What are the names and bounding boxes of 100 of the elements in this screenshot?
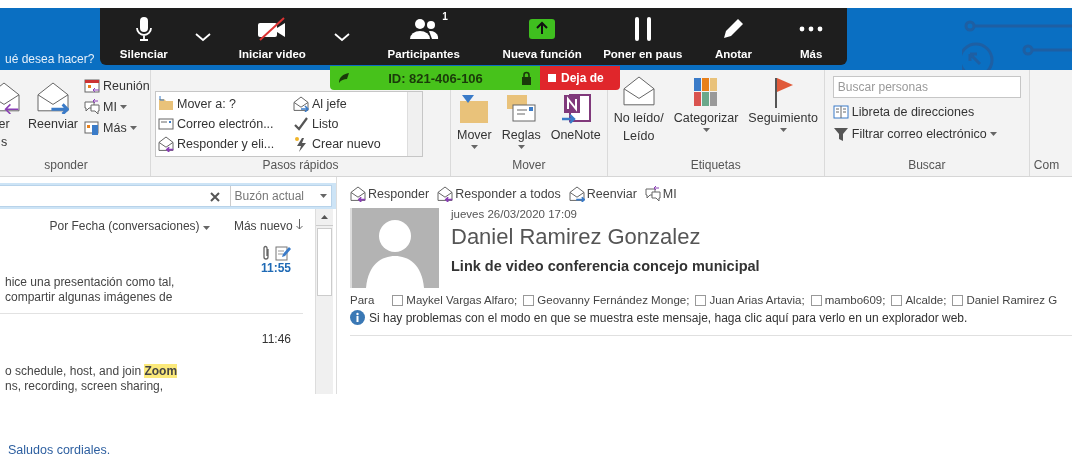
envelope-rules-icon <box>505 93 538 125</box>
scrollbar[interactable] <box>315 209 333 394</box>
envelope-forward-icon <box>37 82 69 114</box>
envelope-icon <box>158 116 174 132</box>
toolbar-button[interactable]: Nueva función <box>490 8 594 65</box>
pencil-icon <box>721 17 746 41</box>
message-preview: ns, recording, screen sharing, <box>5 379 165 394</box>
sort-dropdown[interactable]: Por Fecha (conversaciones) <box>49 219 210 233</box>
group-label: Pasos rápidos <box>261 158 340 174</box>
people-icon <box>408 18 439 40</box>
window-phone-icon <box>84 120 101 136</box>
lightning-icon <box>293 136 309 153</box>
to-label: Para <box>350 294 375 306</box>
chat-bubbles-icon <box>84 99 101 115</box>
dropdown-caret-icon <box>129 126 137 130</box>
toolbar-button[interactable]: Más <box>775 8 847 65</box>
dropdown-caret-icon <box>517 145 525 149</box>
ribbon-button[interactable]: Reglas <box>499 91 543 158</box>
stop-share-button[interactable]: Deja de <box>540 66 620 90</box>
chat-bubbles-icon <box>644 186 661 202</box>
dropdown-caret-icon <box>202 226 210 230</box>
envelope-reply-icon <box>437 186 454 202</box>
filter-icon <box>832 126 849 142</box>
caret-icon[interactable] <box>194 31 211 42</box>
recipient[interactable]: Daniel Ramirez G <box>952 294 1058 306</box>
info-message[interactable]: Si hay problemas con el modo en que se muestra este mensaje, haga clic aquí para verlo en un explorador web. <box>369 310 968 325</box>
notebook-icon <box>559 93 592 125</box>
meeting-id: ID: 821-406-106 <box>387 70 484 86</box>
toolbar-button[interactable]: 1 Participantes <box>356 8 491 65</box>
address-book-icon <box>832 104 849 120</box>
envelope-forward-icon <box>568 186 585 202</box>
quick-step[interactable]: Mover a: ? <box>158 95 293 113</box>
recipient[interactable]: mambo609; <box>810 294 886 306</box>
quick-step[interactable]: Correo electrón... <box>158 115 293 133</box>
tell-me-prompt[interactable]: ué desea hacer? <box>0 52 95 70</box>
ribbon-button[interactable]: Más <box>84 120 150 136</box>
message-preview: o schedule, host, and join Zoom <box>5 364 179 379</box>
ribbon-button[interactable]: Mover <box>455 91 494 158</box>
recipient[interactable]: Alcalde; <box>891 294 947 306</box>
body-text: Saludos cordiales. <box>8 443 111 457</box>
ribbon-button[interactable]: Reenviar <box>26 74 81 158</box>
calendar-icon <box>84 78 101 94</box>
quick-step[interactable]: Responder y eli... <box>158 135 293 153</box>
gallery-scrollbar[interactable] <box>407 92 422 156</box>
message-action-button[interactable]: Responder a todos <box>437 186 561 202</box>
message-action-button[interactable]: Reenviar <box>568 186 637 202</box>
ribbon-button[interactable]: Reunión <box>84 78 150 94</box>
recipient[interactable]: Maykel Vargas Alfaro; <box>392 294 518 306</box>
group-label: Etiquetas <box>689 158 742 174</box>
more-icon <box>799 26 824 32</box>
ribbon-button[interactable]: Filtrar correo electrónico <box>832 126 1021 142</box>
quick-step[interactable]: Listo <box>293 115 405 133</box>
scroll-up-icon[interactable] <box>321 215 328 219</box>
quick-step[interactable]: Al jefe <box>293 95 405 113</box>
recipient[interactable]: Juan Arias Artavia; <box>695 294 805 306</box>
ribbon-button[interactable]: MI <box>84 99 150 115</box>
dropdown-caret-icon <box>989 132 997 136</box>
ribbon-button[interactable]: Categorizar <box>671 74 741 158</box>
envelope-reply-icon <box>350 186 366 202</box>
toolbar-button[interactable]: Anotar <box>691 8 776 65</box>
message-preview: hice una presentación como tal, <box>5 275 176 290</box>
toolbar-button[interactable]: Poner en paus <box>594 8 692 65</box>
message-preview: compartir algunas imágenes de <box>5 290 174 305</box>
dropdown-caret-icon <box>779 128 787 132</box>
caret-icon[interactable] <box>334 31 350 42</box>
search-people-field[interactable]: Buscar personas <box>832 76 1021 98</box>
ribbon-button[interactable]: Seguimiento <box>746 74 820 158</box>
dropdown-caret-icon <box>320 194 327 198</box>
dropdown-caret-icon <box>702 128 710 132</box>
message-action-button[interactable]: Responder <box>350 186 430 202</box>
pause-icon <box>632 16 653 42</box>
ribbon-button[interactable]: Libreta de direcciones <box>832 104 1021 120</box>
message-time: 11:55 <box>260 261 291 275</box>
group-label: sponder <box>43 158 89 174</box>
folder-move-icon <box>458 93 491 125</box>
sort-order-button[interactable]: Más nuevo <box>233 219 303 233</box>
toolbar-button[interactable]: Silenciar <box>100 8 188 65</box>
envelope-forward-icon <box>293 95 309 112</box>
dropdown-caret-icon <box>119 105 127 109</box>
quick-step[interactable]: Crear nuevo <box>293 135 405 153</box>
info-icon <box>350 310 365 325</box>
message-time: 11:46 <box>261 332 291 346</box>
checkmark-icon <box>293 116 309 132</box>
message-date: jueves 26/03/2020 17:09 <box>451 208 578 220</box>
message-item[interactable]: 11:55 hice una presentación como tal, compartir algunas imágenes de <box>0 237 303 314</box>
message-action-button[interactable]: MI <box>644 186 677 202</box>
search-field[interactable]: Buzón actual <box>0 185 332 207</box>
message-item[interactable]: 11:46 o schedule, host, and join Zoom ns, recording, screen sharing, <box>0 314 303 394</box>
toolbar-button[interactable]: Iniciar video <box>217 8 328 65</box>
message-subject: Link de video conferencia concejo municipal <box>451 258 760 274</box>
envelope-icon <box>622 76 655 108</box>
envelope-reply-icon <box>158 136 174 153</box>
dropdown-caret-icon <box>470 145 478 149</box>
sender-name: Daniel Ramirez Gonzalez <box>451 224 702 250</box>
group-label: Com <box>1033 158 1060 174</box>
recipient[interactable]: Geovanny Fernández Monge; <box>523 294 690 306</box>
group-label: Buscar <box>907 158 947 174</box>
video-off-icon <box>257 17 288 41</box>
share-screen-icon <box>528 18 557 40</box>
ribbon-button[interactable]: OneNote <box>548 91 603 158</box>
